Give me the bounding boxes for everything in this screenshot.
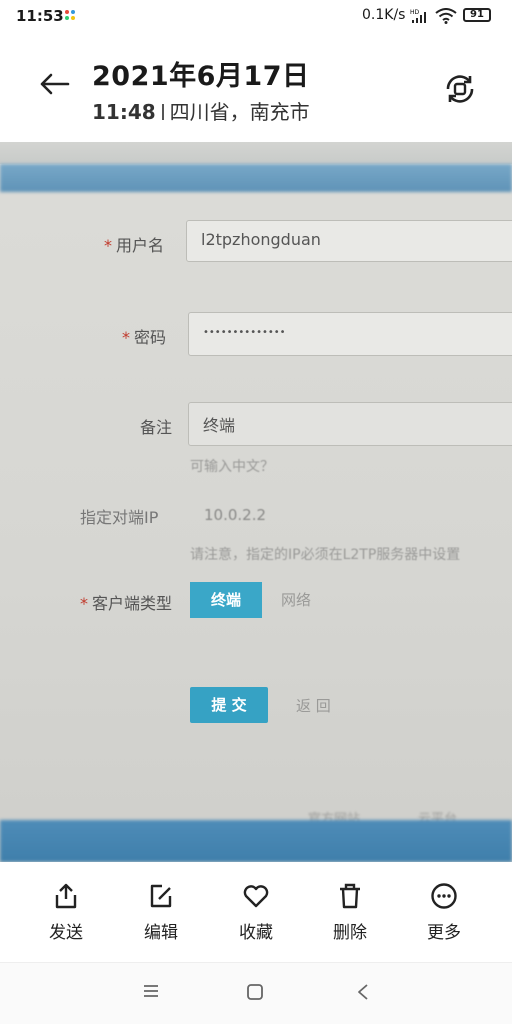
password-label: * 密码: [122, 324, 166, 348]
more-label: 更多: [427, 923, 461, 943]
notification-icon: [65, 10, 75, 20]
system-nav-bar: [0, 962, 512, 1024]
client-type-network: 网络: [280, 591, 311, 609]
back-icon[interactable]: [356, 983, 370, 1001]
capture-location: 四川省，南充市: [169, 100, 310, 124]
client-type-label: * 客户端类型: [80, 590, 172, 614]
rotate-sync-icon[interactable]: [443, 72, 477, 106]
remark-value: 终端: [203, 416, 236, 435]
page-title: 2021年6月17日: [92, 61, 310, 92]
password-value: ••••••••••••••: [203, 327, 286, 338]
status-time: 11:53: [16, 7, 64, 25]
edit-button[interactable]: 编辑: [129, 882, 193, 943]
more-icon: [431, 883, 457, 909]
submit-button: 提 交: [190, 687, 268, 723]
favorite-button[interactable]: 收藏: [224, 882, 288, 943]
password-field: ••••••••••••••: [188, 312, 512, 356]
edit-label: 编辑: [144, 923, 178, 943]
password-label-text: 密码: [134, 328, 167, 347]
net-speed: 0.1K/s: [362, 7, 406, 23]
username-label-text: 用户名: [116, 236, 165, 255]
delete-label: 删除: [333, 923, 367, 943]
back-arrow-icon[interactable]: [38, 70, 70, 98]
required-mark: *: [104, 236, 112, 255]
send-label: 发送: [49, 923, 83, 943]
heart-icon: [243, 885, 269, 908]
remark-hint: 可输入中文？: [190, 459, 274, 475]
wifi-icon: [435, 8, 457, 24]
battery-level: 91: [470, 9, 484, 20]
web-footer-bar: [0, 820, 512, 862]
peer-ip-label: 指定对端IP: [80, 508, 159, 527]
username-field: l2tpzhongduan: [186, 220, 512, 262]
remark-label: 备注: [140, 418, 173, 437]
photo-viewer[interactable]: * 用户名 l2tpzhongduan * 密码 •••••••••••••• 备注…: [0, 142, 512, 862]
share-icon: [55, 883, 77, 909]
svg-text:HD: HD: [410, 9, 420, 16]
home-icon[interactable]: [246, 983, 264, 1001]
action-bar: 发送 编辑 收藏 删除 更多: [0, 862, 512, 962]
menu-icon[interactable]: [142, 983, 160, 999]
return-button: 返 回: [296, 697, 331, 715]
send-button[interactable]: 发送: [34, 882, 98, 943]
battery-icon: 91: [463, 8, 491, 22]
divider: [161, 104, 164, 120]
status-bar: 11:53 0.1K/s HD 91: [0, 0, 512, 32]
client-type-terminal: 终端: [190, 582, 262, 618]
username-value: l2tpzhongduan: [201, 230, 321, 249]
delete-button[interactable]: 删除: [318, 882, 382, 943]
required-mark: *: [80, 594, 88, 613]
required-mark: *: [122, 328, 130, 347]
photo-top-stripe: [0, 142, 512, 164]
more-button[interactable]: 更多: [412, 882, 476, 943]
hd-signal-icon: HD: [410, 9, 426, 23]
page-subtitle: 11:48 四川省，南充市: [92, 96, 310, 125]
capture-time: 11:48: [92, 100, 156, 124]
trash-icon: [340, 883, 360, 909]
peer-ip-value: 10.0.2.2: [204, 506, 267, 524]
remark-field: 终端: [188, 402, 512, 446]
username-label: * 用户名: [104, 232, 164, 256]
edit-icon: [150, 884, 172, 908]
favorite-label: 收藏: [239, 923, 273, 943]
web-header-bar: [0, 164, 512, 192]
client-type-label-text: 客户端类型: [92, 594, 173, 613]
peer-ip-hint: 请注意，指定的IP必须在L2TP服务器中设置: [190, 547, 461, 563]
